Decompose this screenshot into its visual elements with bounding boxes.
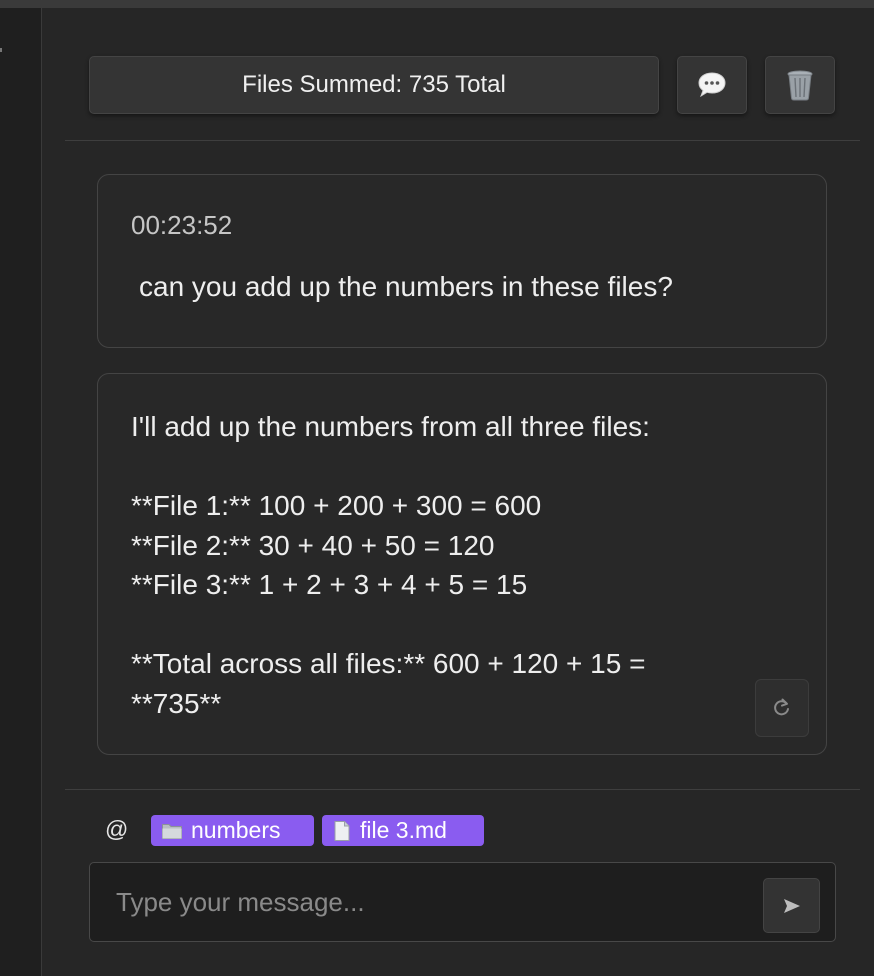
message-input[interactable] (90, 863, 750, 941)
message-line: I'll add up the numbers from all three f… (131, 411, 650, 442)
message-line: **File 2:** 30 + 40 + 50 = 120 (131, 529, 495, 561)
message-line: **File 3:** 1 + 2 + 3 + 4 + 5 = 15 (131, 569, 528, 600)
speech-bubble-icon (698, 72, 726, 98)
context-chip-file[interactable]: file 3.md (322, 815, 484, 846)
message-line: **File 1:** 100 + 200 + 300 = 600 (131, 490, 542, 521)
sidebar-edge-marker (0, 48, 2, 52)
wastebasket-icon (787, 70, 813, 101)
composer-divider (65, 789, 860, 790)
refresh-icon (774, 698, 789, 716)
message-line: **735** (131, 687, 222, 719)
send-arrow-icon (783, 898, 800, 913)
chat-panel: Files Summed: 735 Total 00:23:52 can you… (42, 8, 874, 976)
document-icon (332, 820, 352, 842)
message-timestamp: 00:23:52 (131, 210, 233, 240)
header-divider (65, 140, 860, 141)
context-chip-label: file 3.md (360, 817, 447, 843)
user-message: 00:23:52 can you add up the numbers in t… (97, 174, 827, 348)
folder-icon (161, 821, 183, 841)
regenerate-button[interactable] (755, 679, 809, 737)
conversation-title-text: Files Summed: 735 Total (242, 71, 506, 98)
message-line (131, 605, 791, 645)
user-message-text: can you add up the numbers in these file… (139, 271, 673, 302)
context-chip-label: numbers (191, 817, 281, 843)
context-chip-folder[interactable]: numbers (151, 815, 314, 846)
mention-button[interactable]: @ (105, 816, 128, 843)
assistant-message: I'll add up the numbers from all three f… (97, 373, 827, 755)
delete-chat-button[interactable] (765, 56, 835, 114)
message-line (131, 447, 791, 487)
new-chat-button[interactable] (677, 56, 747, 114)
send-button[interactable] (763, 878, 820, 933)
assistant-message-text: I'll add up the numbers from all three f… (131, 407, 791, 723)
left-sidebar (0, 8, 42, 976)
message-composer (89, 862, 836, 942)
window-top-bar (0, 0, 874, 8)
conversation-title[interactable]: Files Summed: 735 Total (89, 56, 659, 114)
message-line: **Total across all files:** 600 + 120 + … (131, 648, 646, 679)
